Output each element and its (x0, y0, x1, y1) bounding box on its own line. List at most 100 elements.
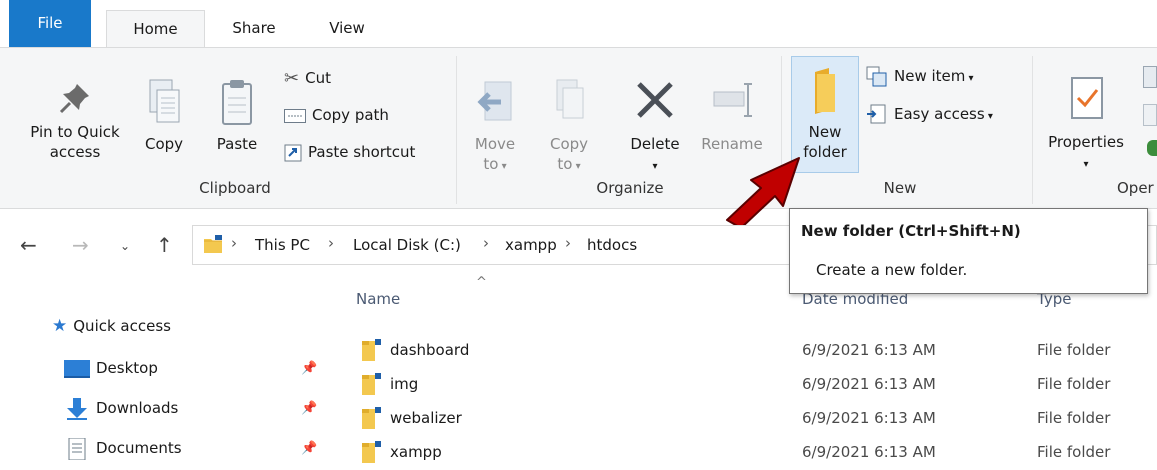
easy-access-label: Easy access (894, 105, 985, 123)
pin-to-quick-access-button[interactable]: Pin to Quick access (16, 78, 134, 162)
copy-icon (149, 79, 180, 123)
file-name: dashboard (390, 341, 470, 359)
move-to-icon (477, 81, 512, 121)
group-label-open: Oper (1117, 179, 1154, 197)
breadcrumb-local-disk[interactable]: Local Disk (C:) (353, 236, 461, 254)
copy-to-line2: to (557, 155, 573, 173)
folder-icon (362, 441, 381, 463)
file-date-modified: 6/9/2021 6:13 AM (802, 409, 936, 427)
chevron-down-icon: ▾ (572, 161, 581, 172)
breadcrumb-xampp[interactable]: xampp (505, 236, 557, 254)
new-folder-icon (815, 68, 835, 114)
forward-arrow-icon[interactable]: → (72, 233, 89, 257)
file-date-modified: 6/9/2021 6:13 AM (802, 443, 936, 461)
copy-button[interactable]: Copy (140, 78, 188, 154)
folder-icon (204, 235, 222, 253)
cut-button[interactable]: ✂ Cut (284, 66, 331, 90)
clipboard-icon (222, 80, 252, 125)
pin-label-line2: access (49, 143, 101, 161)
star-icon: ★ (52, 316, 68, 336)
tooltip-title: New folder (Ctrl+Shift+N) (801, 222, 1021, 240)
documents-icon (68, 437, 86, 460)
move-to-button[interactable]: Move to ▾ (470, 78, 520, 177)
copy-label: Copy (144, 135, 184, 153)
file-date-modified: 6/9/2021 6:13 AM (802, 375, 936, 393)
group-label-new: New (883, 179, 917, 197)
file-row[interactable]: dashboard 6/9/2021 6:13 AM File folder (352, 335, 1157, 369)
new-folder-tooltip: New folder (Ctrl+Shift+N) Create a new f… (789, 208, 1148, 294)
delete-button[interactable]: Delete ▾ (624, 78, 686, 177)
file-row[interactable]: img 6/9/2021 6:13 AM File folder (352, 369, 1157, 403)
file-type: File folder (1037, 443, 1111, 461)
file-name: webalizer (390, 409, 462, 427)
tab-file[interactable]: File (9, 0, 91, 47)
easy-access-icon (867, 104, 886, 123)
pin-icon[interactable]: 📌 (301, 401, 317, 416)
copy-to-button[interactable]: Copy to ▾ (544, 78, 594, 177)
file-row[interactable]: webalizer 6/9/2021 6:13 AM File folder (352, 403, 1157, 437)
chevron-down-icon: ▾ (1083, 159, 1089, 170)
copy-to-line1: Copy (549, 135, 589, 153)
group-divider (1032, 56, 1033, 204)
copy-to-icon (556, 79, 584, 119)
group-label-clipboard: Clipboard (199, 179, 271, 197)
sidebar-item-desktop[interactable]: Desktop (64, 356, 158, 380)
file-row[interactable]: xampp 6/9/2021 6:13 AM File folder (352, 437, 1157, 470)
tab-share[interactable]: Share (214, 10, 294, 47)
file-type: File folder (1037, 409, 1111, 427)
new-item-label: New item (894, 67, 966, 85)
file-date-modified: 6/9/2021 6:13 AM (802, 341, 936, 359)
delete-x-icon (637, 82, 673, 118)
recent-locations-chevron-icon[interactable]: ⌄ (120, 239, 130, 253)
file-name: xampp (390, 443, 442, 461)
properties-checkmark-icon (1071, 77, 1103, 119)
new-item-button[interactable]: New item ▾ (866, 64, 974, 88)
column-header-name[interactable]: Name (356, 290, 400, 308)
breadcrumb-separator-icon: › (483, 234, 489, 252)
new-folder-button-content[interactable]: New folder (791, 66, 859, 162)
tab-home[interactable]: Home (106, 10, 205, 47)
paste-shortcut-label: Paste shortcut (308, 143, 416, 161)
copy-path-icon (284, 108, 306, 123)
paste-button[interactable]: Paste (210, 78, 264, 154)
breadcrumb-separator-icon: › (565, 234, 571, 252)
back-arrow-icon[interactable]: ← (20, 233, 37, 257)
open-icon[interactable] (1143, 66, 1157, 88)
rename-button[interactable]: Rename (693, 78, 771, 154)
paste-shortcut-button[interactable]: Paste shortcut (284, 140, 415, 164)
pin-icon[interactable]: 📌 (301, 441, 317, 456)
rename-icon (713, 83, 752, 117)
copy-path-button[interactable]: Copy path (284, 103, 389, 127)
folder-icon (362, 373, 381, 395)
cut-label: Cut (305, 69, 331, 87)
sidebar-item-label: Desktop (96, 359, 158, 377)
history-icon[interactable] (1147, 140, 1157, 156)
folder-icon (362, 407, 381, 429)
sort-ascending-caret-icon: ^ (476, 275, 487, 290)
pin-label-line1: Pin to Quick (30, 123, 120, 141)
red-pointer-arrow-icon (726, 157, 800, 225)
edit-icon[interactable] (1143, 104, 1157, 126)
new-folder-line1: New (808, 123, 842, 141)
folder-icon (362, 339, 381, 361)
group-label-organize: Organize (596, 179, 664, 197)
easy-access-button[interactable]: Easy access ▾ (866, 102, 993, 126)
move-to-line2: to (483, 155, 499, 173)
chevron-down-icon: ▾ (498, 161, 507, 172)
pin-icon[interactable]: 📌 (301, 361, 317, 376)
sidebar-item-documents[interactable]: Documents (64, 436, 182, 460)
up-arrow-icon[interactable]: ↑ (156, 233, 173, 257)
sidebar-item-downloads[interactable]: Downloads (64, 396, 178, 420)
sidebar-item-label: Quick access (73, 317, 171, 335)
chevron-down-icon: ▾ (984, 111, 993, 122)
tooltip-description: Create a new folder. (816, 261, 968, 279)
copy-path-label: Copy path (312, 106, 389, 124)
properties-button[interactable]: Properties ▾ (1038, 76, 1134, 175)
sidebar-item-quick-access[interactable]: ★ Quick access (52, 314, 171, 338)
chevron-down-icon: ▾ (652, 161, 658, 172)
group-divider (456, 56, 457, 204)
breadcrumb-htdocs[interactable]: htdocs (587, 236, 637, 254)
breadcrumb-this-pc[interactable]: This PC (255, 236, 310, 254)
breadcrumb-separator-icon: › (328, 234, 334, 252)
tab-view[interactable]: View (312, 10, 382, 47)
